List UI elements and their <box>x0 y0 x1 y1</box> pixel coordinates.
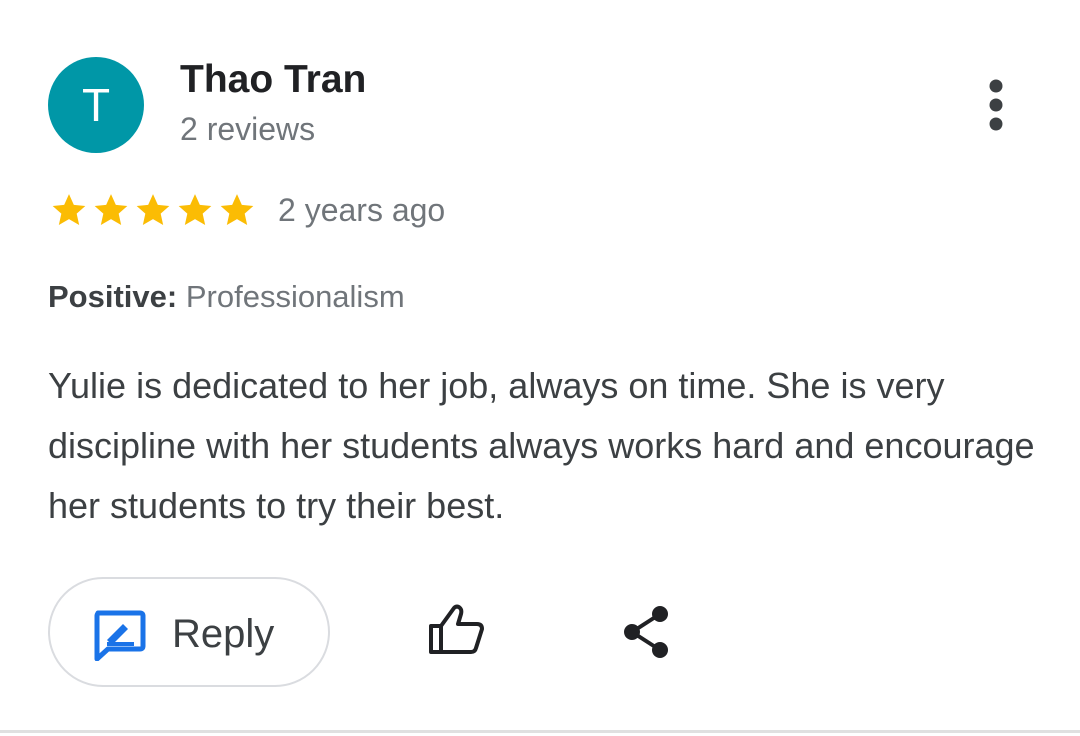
bottom-divider <box>0 730 1080 733</box>
like-button[interactable] <box>424 600 488 658</box>
star-rating <box>48 190 258 230</box>
reply-label: Reply <box>172 612 275 656</box>
avatar[interactable]: T <box>48 57 144 153</box>
thumb-up-icon <box>429 604 484 654</box>
star-icon <box>136 194 170 225</box>
author-name[interactable]: Thao Tran <box>180 56 366 104</box>
avatar-initial: T <box>81 79 111 131</box>
review-attribute: Positive: Professionalism <box>48 276 405 318</box>
reply-button[interactable]: Reply <box>48 577 330 687</box>
review-text: Yulie is dedicated to her job, always on… <box>48 365 1035 526</box>
attribute-value: Professionalism <box>185 279 405 314</box>
star-icon <box>220 194 254 225</box>
review-time: 2 years ago <box>278 192 446 228</box>
review-card: T Thao Tran 2 reviews 2 years ago Positi… <box>0 0 1080 733</box>
more-vert-icon <box>989 79 1003 131</box>
share-button[interactable] <box>620 604 674 660</box>
star-icon <box>94 194 128 225</box>
attribute-label: Positive: <box>48 279 178 314</box>
share-icon <box>624 606 668 658</box>
reply-review-icon <box>94 610 146 661</box>
rating-row: 2 years ago <box>48 188 445 232</box>
author-review-count: 2 reviews <box>180 111 316 147</box>
more-options-button[interactable] <box>972 78 1020 132</box>
star-icon <box>52 194 86 225</box>
star-icon <box>178 194 212 225</box>
